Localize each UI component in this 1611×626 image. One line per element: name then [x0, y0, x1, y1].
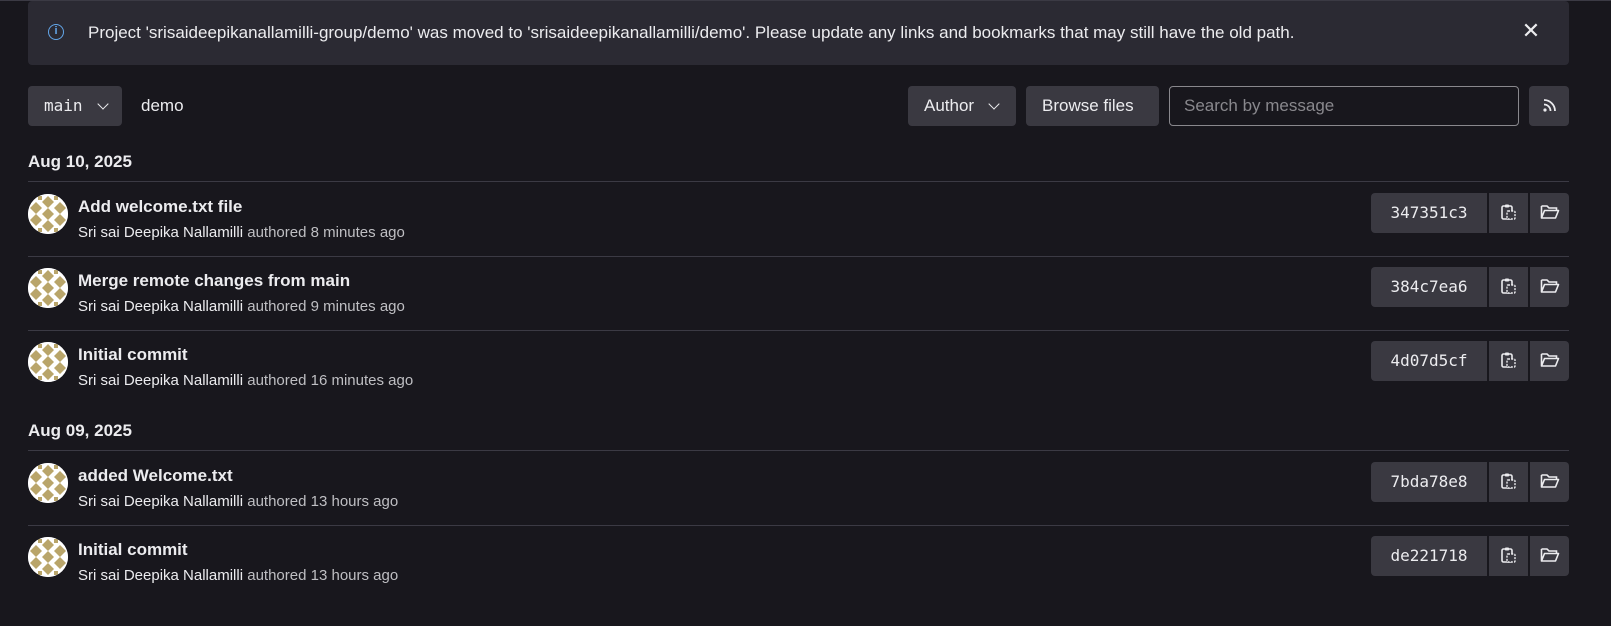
commit-author[interactable]: Sri sai Deepika Nallamilli — [78, 372, 243, 389]
commit-time: authored 9 minutes ago — [247, 298, 405, 315]
avatar[interactable] — [28, 342, 68, 382]
copy-icon — [1501, 473, 1516, 489]
commit-title[interactable]: Initial commit — [78, 540, 188, 560]
commit-meta: Sri sai Deepika Nallamilli authored 8 mi… — [78, 224, 405, 241]
avatar-identicon — [28, 194, 68, 234]
branch-dropdown[interactable]: main — [28, 86, 122, 126]
commit-meta: Sri sai Deepika Nallamilli authored 9 mi… — [78, 298, 405, 315]
commit-meta: Sri sai Deepika Nallamilli authored 13 h… — [78, 567, 398, 584]
copy-sha-button[interactable] — [1488, 536, 1528, 576]
author-label: Author — [924, 96, 975, 115]
commit-row: Add welcome.txt file Sri sai Deepika Nal… — [28, 182, 1569, 256]
commit-sha-button[interactable]: 4d07d5cf — [1371, 341, 1487, 381]
branch-name: main — [44, 96, 83, 115]
copy-icon — [1501, 352, 1516, 368]
commit-row: Initial commit Sri sai Deepika Nallamill… — [28, 525, 1569, 599]
commit-meta: Sri sai Deepika Nallamilli authored 13 h… — [78, 493, 398, 510]
copy-sha-button[interactable] — [1488, 267, 1528, 307]
avatar-identicon — [28, 342, 68, 382]
rss-feed-button[interactable] — [1529, 86, 1569, 126]
browse-files-button[interactable]: Browse files — [1026, 86, 1159, 126]
commit-sha-button[interactable]: 347351c3 — [1371, 193, 1487, 233]
avatar[interactable] — [28, 194, 68, 234]
author-filter-button[interactable]: Author — [908, 86, 1016, 126]
avatar-identicon — [28, 463, 68, 503]
copy-sha-button[interactable] — [1488, 341, 1528, 381]
commit-time: authored 13 hours ago — [247, 567, 399, 584]
chevron-down-icon — [97, 98, 109, 110]
commit-sha-button[interactable]: 384c7ea6 — [1371, 267, 1487, 307]
commit-date-header: Aug 09, 2025 — [28, 421, 132, 440]
breadcrumb[interactable]: demo — [141, 96, 184, 116]
commit-sha-button[interactable]: de221718 — [1371, 536, 1487, 576]
commit-author[interactable]: Sri sai Deepika Nallamilli — [78, 298, 243, 315]
browse-commit-files-button[interactable] — [1529, 462, 1569, 502]
commit-row: Merge remote changes from main Sri sai D… — [28, 256, 1569, 330]
folder-open-icon — [1540, 474, 1560, 488]
commit-author[interactable]: Sri sai Deepika Nallamilli — [78, 493, 243, 510]
commit-time: authored 16 minutes ago — [247, 372, 414, 389]
avatar[interactable] — [28, 463, 68, 503]
commit-row: Initial commit Sri sai Deepika Nallamill… — [28, 330, 1569, 404]
browse-commit-files-button[interactable] — [1529, 267, 1569, 307]
folder-open-icon — [1540, 205, 1560, 219]
info-icon: i — [48, 24, 64, 40]
close-icon[interactable]: ✕ — [1519, 19, 1543, 43]
folder-open-icon — [1540, 279, 1560, 293]
commit-date-header: Aug 10, 2025 — [28, 152, 132, 171]
commit-author[interactable]: Sri sai Deepika Nallamilli — [78, 224, 243, 241]
folder-open-icon — [1540, 353, 1560, 367]
rss-icon — [1543, 99, 1556, 112]
commit-time: authored 8 minutes ago — [247, 224, 405, 241]
commit-sha-button[interactable]: 7bda78e8 — [1371, 462, 1487, 502]
alert-message: Project 'srisaideepikanallamilli-group/d… — [88, 23, 1295, 42]
moved-project-alert: i Project 'srisaideepikanallamilli-group… — [28, 1, 1569, 65]
commit-title[interactable]: Add welcome.txt file — [78, 197, 242, 217]
avatar[interactable] — [28, 537, 68, 577]
commit-time: authored 13 hours ago — [247, 493, 399, 510]
copy-sha-button[interactable] — [1488, 462, 1528, 502]
commit-author[interactable]: Sri sai Deepika Nallamilli — [78, 567, 243, 584]
browse-commit-files-button[interactable] — [1529, 341, 1569, 381]
copy-sha-button[interactable] — [1488, 193, 1528, 233]
commit-row: added Welcome.txt Sri sai Deepika Nallam… — [28, 451, 1569, 525]
copy-icon — [1501, 204, 1516, 220]
commit-title[interactable]: added Welcome.txt — [78, 466, 233, 486]
avatar-identicon — [28, 537, 68, 577]
avatar[interactable] — [28, 268, 68, 308]
commit-meta: Sri sai Deepika Nallamilli authored 16 m… — [78, 372, 413, 389]
browse-files-label: Browse files — [1042, 96, 1134, 115]
commit-title[interactable]: Merge remote changes from main — [78, 271, 350, 291]
search-input[interactable] — [1169, 86, 1519, 126]
browse-commit-files-button[interactable] — [1529, 536, 1569, 576]
copy-icon — [1501, 547, 1516, 563]
copy-icon — [1501, 278, 1516, 294]
chevron-down-icon — [988, 98, 1000, 110]
folder-open-icon — [1540, 548, 1560, 562]
browse-commit-files-button[interactable] — [1529, 193, 1569, 233]
avatar-identicon — [28, 268, 68, 308]
commit-title[interactable]: Initial commit — [78, 345, 188, 365]
